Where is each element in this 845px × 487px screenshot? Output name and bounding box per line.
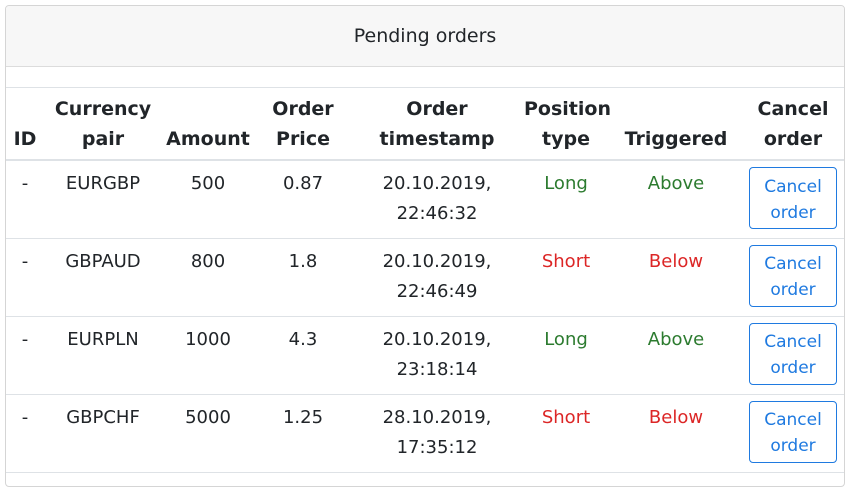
cell-position-type: Short [522, 394, 610, 473]
col-header-triggered: Triggered [610, 88, 742, 161]
col-header-id: ID [6, 88, 44, 161]
col-header-currency-pair: Currency pair [44, 88, 162, 161]
cell-currency-pair: EURGBP [44, 160, 162, 239]
orders-table: ID Currency pair Amount Order Price Order t… [6, 88, 844, 473]
table-header-row: ID Currency pair Amount Order Price Order t… [6, 88, 844, 161]
cell-order-price: 1.8 [254, 238, 352, 317]
cell-amount: 5000 [162, 394, 254, 473]
cell-triggered: Above [610, 160, 742, 239]
cell-cancel: Cancel order [742, 394, 844, 473]
table-row: - EURPLN 1000 4.3 20.10.2019, 23:18:14 Lo… [6, 316, 844, 395]
cancel-order-button[interactable]: Cancel order [749, 244, 837, 307]
cell-order-timestamp: 20.10.2019, 22:46:49 [352, 238, 522, 317]
pending-orders-card: Pending orders ID Currency pair Amount Or… [5, 5, 845, 487]
cell-amount: 500 [162, 160, 254, 239]
cell-order-timestamp: 28.10.2019, 17:35:12 [352, 394, 522, 473]
cell-amount: 1000 [162, 316, 254, 395]
header-spacer [6, 67, 844, 88]
cell-id: - [6, 238, 44, 317]
cell-position-type: Short [522, 238, 610, 317]
cell-cancel: Cancel order [742, 160, 844, 239]
cell-triggered: Below [610, 394, 742, 473]
cell-order-price: 1.25 [254, 394, 352, 473]
cell-order-timestamp: 20.10.2019, 23:18:14 [352, 316, 522, 395]
col-header-amount: Amount [162, 88, 254, 161]
cell-order-price: 4.3 [254, 316, 352, 395]
col-header-order-timestamp: Order timestamp [352, 88, 522, 161]
cell-triggered: Below [610, 238, 742, 317]
cell-triggered: Above [610, 316, 742, 395]
col-header-order-price: Order Price [254, 88, 352, 161]
table-row: - GBPCHF 5000 1.25 28.10.2019, 17:35:12 S… [6, 394, 844, 473]
card-header: Pending orders [6, 6, 844, 67]
col-header-position-type: Position type [522, 88, 611, 161]
cell-id: - [6, 316, 44, 395]
cell-position-type: Long [522, 316, 610, 395]
cell-currency-pair: EURPLN [44, 316, 162, 395]
cell-cancel: Cancel order [742, 316, 844, 395]
cell-amount: 800 [162, 238, 254, 317]
cancel-order-button[interactable]: Cancel order [749, 400, 837, 463]
table-row: - EURGBP 500 0.87 20.10.2019, 22:46:32 Lo… [6, 160, 844, 239]
cell-cancel: Cancel order [742, 238, 844, 317]
col-header-cancel-order: Cancel order [742, 88, 844, 161]
cancel-order-button[interactable]: Cancel order [749, 322, 837, 385]
cell-id: - [6, 394, 44, 473]
cell-position-type: Long [522, 160, 610, 239]
cell-currency-pair: GBPAUD [44, 238, 162, 317]
cell-id: - [6, 160, 44, 239]
cell-order-timestamp: 20.10.2019, 22:46:32 [352, 160, 522, 239]
cancel-order-button[interactable]: Cancel order [749, 167, 837, 229]
cell-order-price: 0.87 [254, 160, 352, 239]
cell-currency-pair: GBPCHF [44, 394, 162, 473]
page-title: Pending orders [353, 25, 497, 47]
table-row: - GBPAUD 800 1.8 20.10.2019, 22:46:49 Sho… [6, 238, 844, 317]
